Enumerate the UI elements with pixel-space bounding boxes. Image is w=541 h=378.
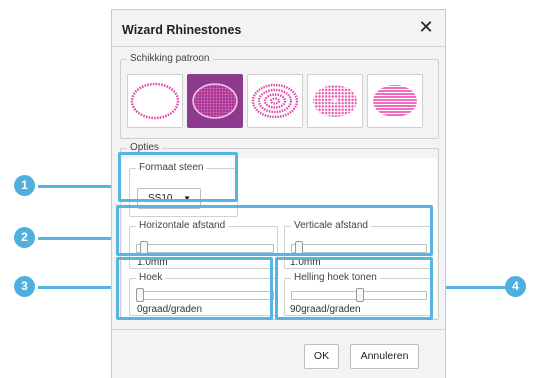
footer-divider	[112, 329, 445, 330]
pattern-group: Schikking patroon	[120, 53, 439, 139]
pattern-outline-oval[interactable]	[127, 74, 183, 128]
callout-line-1	[38, 185, 120, 188]
pattern-filled-grid-oval[interactable]	[187, 74, 243, 128]
callout-line-2	[38, 237, 117, 240]
pattern-group-legend: Schikking patroon	[127, 53, 213, 65]
pattern-concentric-oval[interactable]	[247, 74, 303, 128]
highlight-stone-size	[118, 152, 238, 202]
filled-grid-oval-icon	[192, 83, 238, 119]
pattern-horizontal-rows-oval[interactable]	[367, 74, 423, 128]
highlight-slope-angle	[275, 257, 433, 320]
title-divider	[112, 46, 445, 47]
horizontal-rows-oval-icon	[373, 85, 417, 117]
concentric-oval-icon	[251, 83, 299, 119]
callout-badge-3: 3	[14, 276, 35, 297]
callout-badge-4: 4	[505, 276, 526, 297]
highlight-spacing	[116, 205, 433, 256]
highlight-angle	[116, 257, 273, 320]
close-icon[interactable]: ✕	[416, 17, 436, 37]
pattern-radial-oval[interactable]	[307, 74, 363, 128]
outline-oval-icon	[130, 82, 180, 120]
callout-line-3	[38, 286, 117, 289]
ok-button[interactable]: OK	[304, 344, 339, 369]
radial-oval-icon	[313, 85, 357, 117]
dialog-title: Wizard Rhinestones	[122, 23, 242, 37]
callout-badge-1: 1	[14, 175, 35, 196]
cancel-button[interactable]: Annuleren	[350, 344, 419, 369]
callout-badge-2: 2	[14, 227, 35, 248]
